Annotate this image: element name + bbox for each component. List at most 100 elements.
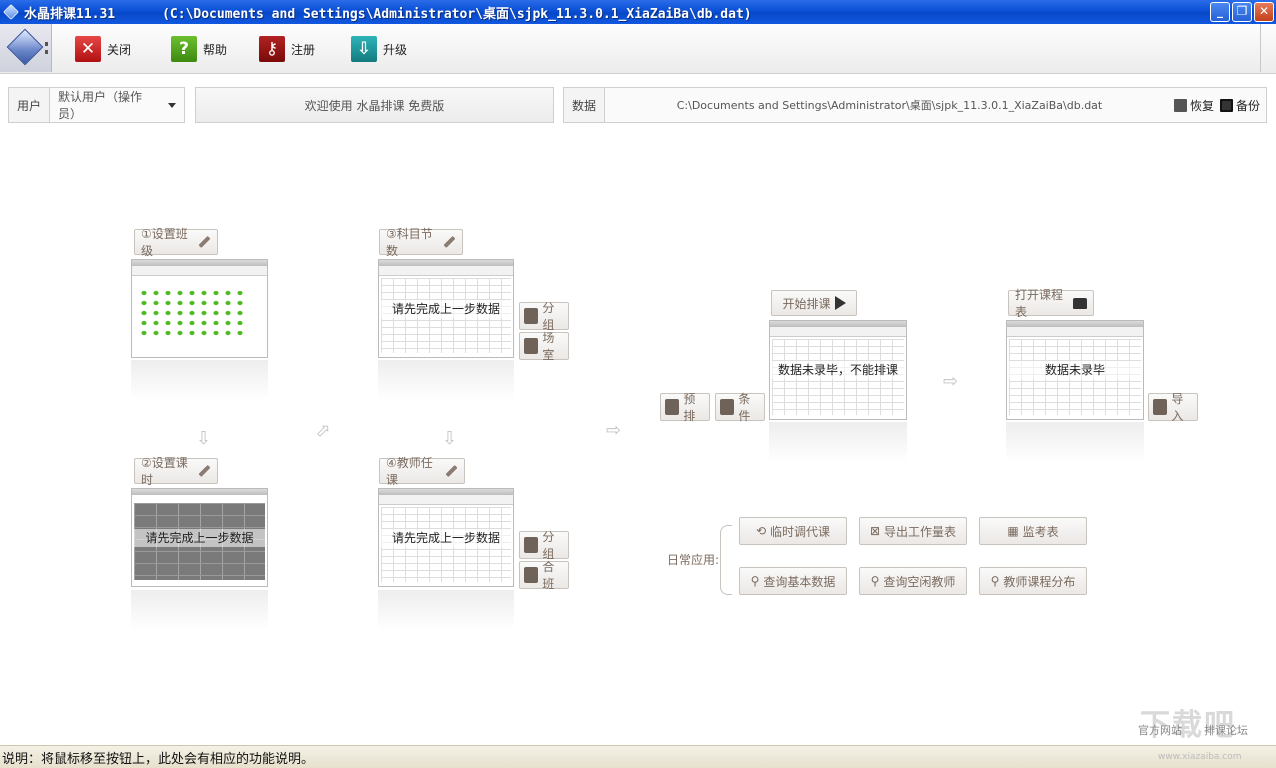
chevron-down-icon: [168, 102, 176, 108]
upgrade-label: 升级: [383, 42, 408, 57]
preview-toolbar: [379, 495, 513, 505]
group-button-1[interactable]: 分组: [519, 301, 569, 332]
home-icon: [524, 338, 539, 354]
schedule-preview-reflection: [769, 422, 907, 462]
backup-data-button[interactable]: 备份: [1219, 97, 1260, 114]
data-field: 数据 C:\Documents and Settings\Administrat…: [563, 87, 1267, 123]
subject-preview-reflection: [378, 360, 514, 400]
subject-message: 请先完成上一步数据: [379, 299, 513, 318]
user-label: 用户: [9, 88, 51, 122]
start-scheduling-button[interactable]: 开始排课: [771, 290, 857, 316]
temp-substitute-label: 临时调代课: [770, 524, 831, 539]
set-class-label: ①设置班级: [141, 227, 188, 258]
close-window-button[interactable]: ✕: [1254, 2, 1274, 22]
set-class-button[interactable]: ①设置班级: [134, 227, 218, 258]
status-bar: 说明：将鼠标移至按钮上，此处会有相应的功能说明。: [0, 745, 1276, 768]
conditions-label: 条件: [738, 392, 751, 423]
data-path: C:\Documents and Settings\Administrator\…: [676, 99, 1103, 112]
teacher-assign-button[interactable]: ④教师任课: [379, 456, 465, 487]
welcome-text: 欢迎使用 水晶排课 免费版: [304, 98, 445, 113]
subject-periods-button[interactable]: ③科目节数: [379, 227, 463, 258]
merge-icon: [524, 567, 539, 583]
register-label: 注册: [291, 42, 316, 57]
group-button-2[interactable]: 分组: [519, 530, 569, 561]
group-label-2: 分组: [542, 530, 555, 561]
user-select[interactable]: 默认用户（操作员）: [50, 88, 184, 122]
user-value: 默认用户（操作员）: [58, 90, 143, 121]
gear-icon: [720, 399, 735, 415]
export-icon: ⊠: [869, 524, 881, 538]
import-button[interactable]: 导入: [1148, 392, 1198, 423]
restore-button[interactable]: ❐: [1232, 2, 1252, 22]
user-field: 用户 默认用户（操作员）: [8, 87, 185, 123]
periods-preview-reflection: [131, 590, 268, 630]
query-free-label: 查询空闲教师: [883, 574, 956, 589]
pencil-icon: [198, 465, 211, 477]
help-icon: ?: [171, 36, 197, 62]
register-button[interactable]: ⚷ 注册: [259, 36, 315, 62]
class-preview: [131, 259, 268, 358]
upgrade-button[interactable]: ⇩ 升级: [351, 36, 407, 62]
venue-button[interactable]: 场室: [519, 331, 569, 362]
set-periods-button[interactable]: ②设置课时: [134, 456, 218, 487]
class-preview-reflection: [131, 360, 268, 400]
periods-message: 请先完成上一步数据: [132, 528, 267, 547]
close-label: 关闭: [107, 42, 132, 57]
table-icon: ▦: [1007, 524, 1019, 538]
data-label: 数据: [564, 88, 606, 122]
timetable-preview: 数据未录毕: [1006, 320, 1144, 420]
key-icon: ⚷: [259, 36, 285, 62]
query-free-button[interactable]: ⚲ 查询空闲教师: [859, 567, 967, 595]
merge-class-button[interactable]: 合班: [519, 560, 569, 591]
subject-preview: 请先完成上一步数据: [378, 259, 514, 358]
close-button[interactable]: ✕ 关闭: [75, 36, 131, 62]
arrow-up-right-icon: ⇨: [310, 417, 337, 444]
teacher-assign-label: ④教师任课: [386, 456, 433, 487]
temp-substitute-button[interactable]: ⟲ 临时调代课: [739, 517, 847, 545]
query-basic-button[interactable]: ⚲ 查询基本数据: [739, 567, 847, 595]
minimize-button[interactable]: _: [1210, 2, 1230, 22]
teacher-preview: 请先完成上一步数据: [378, 488, 514, 587]
schedule-message: 数据未录毕，不能排课: [770, 361, 906, 379]
brace-divider: [720, 525, 732, 595]
close-icon: ✕: [75, 36, 101, 62]
search-icon: ⚲: [870, 574, 880, 588]
import-icon: [1153, 399, 1168, 415]
help-button[interactable]: ? 帮助: [171, 36, 227, 62]
merge-label: 合班: [542, 560, 555, 591]
open-timetable-button[interactable]: 打开课程表: [1008, 288, 1094, 319]
export-workload-button[interactable]: ⊠ 导出工作量表: [859, 517, 967, 545]
app-logo[interactable]: [0, 24, 52, 72]
restore-data-button[interactable]: 恢复: [1173, 97, 1214, 114]
conditions-button[interactable]: 条件: [715, 392, 765, 423]
schedule-preview: 数据未录毕，不能排课: [769, 320, 907, 420]
preview-titlebar: [132, 489, 267, 495]
arrow-right-icon: ⇨: [943, 371, 959, 392]
help-label: 帮助: [203, 42, 228, 57]
teacher-dist-button[interactable]: ⚲ 教师课程分布: [979, 567, 1087, 595]
prearrange-button[interactable]: 预排: [660, 392, 710, 423]
query-basic-label: 查询基本数据: [763, 574, 836, 589]
grip-icon: [45, 42, 49, 54]
invigilation-button[interactable]: ▦ 监考表: [979, 517, 1087, 545]
periods-preview: 请先完成上一步数据: [131, 488, 268, 587]
class-icons-grid: [138, 288, 247, 337]
teacher-dist-label: 教师课程分布: [1003, 574, 1076, 589]
arrow-down-icon: ⇩: [196, 428, 212, 449]
preview-toolbar: [770, 327, 906, 337]
daily-apps-label: 日常应用:: [667, 553, 720, 567]
preview-toolbar: [1007, 327, 1143, 337]
folder-icon: [1073, 297, 1087, 309]
app-icon: [3, 4, 19, 20]
venue-label: 场室: [542, 331, 555, 362]
official-site-link[interactable]: 官方网站: [1138, 722, 1182, 738]
logo-diamond-icon: [6, 28, 44, 66]
forum-link[interactable]: 排课论坛: [1204, 722, 1248, 738]
restore-icon: [1173, 98, 1187, 112]
prearrange-icon: [665, 399, 680, 415]
invigilation-label: 监考表: [1022, 524, 1059, 539]
prearrange-label: 预排: [683, 392, 696, 423]
backup-label: 备份: [1235, 98, 1260, 113]
status-text: 说明：将鼠标移至按钮上，此处会有相应的功能说明。: [2, 751, 315, 767]
grid-icon: [524, 308, 539, 324]
